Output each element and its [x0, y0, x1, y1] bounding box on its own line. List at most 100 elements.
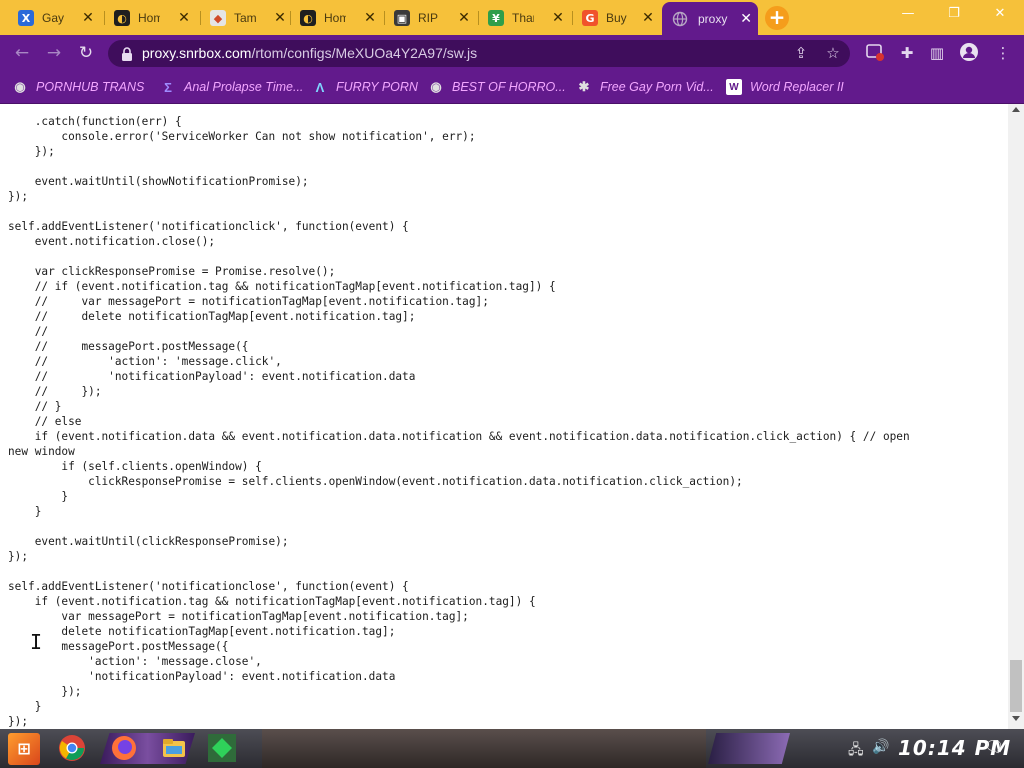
bookmark-label: BEST OF HORRO...: [452, 80, 566, 94]
bookmark-item[interactable]: Σ Anal Prolapse Time...: [160, 77, 303, 97]
code-line: var clickResponsePromise = Promise.resol…: [8, 265, 336, 278]
code-line: event.waitUntil(clickResponsePromise);: [8, 535, 289, 548]
tab-2[interactable]: ◆ Tamp ✕: [202, 4, 294, 32]
volume-icon[interactable]: 🔊: [872, 739, 889, 755]
code-line: delete notificationTagMap[event.notifica…: [8, 625, 396, 638]
code-line: }: [8, 505, 42, 518]
code-line: // }: [8, 400, 62, 413]
file-explorer-icon[interactable]: [160, 734, 188, 762]
code-line: // else: [8, 415, 82, 428]
sigma-icon: Σ: [164, 79, 172, 95]
bookmark-star-icon[interactable]: ☆: [822, 42, 844, 64]
close-icon[interactable]: ✕: [640, 10, 656, 26]
bookmark-item[interactable]: W Word Replacer II: [726, 77, 844, 97]
code-line: // delete notificationTagMap[event.notif…: [8, 310, 416, 323]
code-line: });: [8, 685, 82, 698]
bookmark-label: FURRY PORN: [336, 80, 418, 94]
tab-5[interactable]: ¥ Than ✕: [480, 4, 572, 32]
kebab-menu-icon[interactable]: ⋮: [992, 42, 1014, 64]
url-path: /rtom/configs/MeXUOa4Y2A97/sw.js: [251, 45, 478, 61]
bookmark-item[interactable]: ◉ PORNHUB TRANS: [12, 77, 144, 97]
forward-arrow-icon[interactable]: →: [44, 43, 64, 63]
close-icon[interactable]: ✕: [550, 10, 566, 26]
globe-icon: ◉: [14, 79, 26, 94]
lambda-icon: Λ: [315, 79, 325, 95]
network-icon[interactable]: 🖧: [848, 739, 864, 763]
x-logo-icon: X: [18, 10, 34, 26]
tab-label: Buy: [606, 11, 627, 25]
back-arrow-icon[interactable]: ←: [12, 43, 32, 63]
code-line: //: [8, 325, 49, 338]
code-line: if (self.clients.openWindow) {: [8, 460, 262, 473]
puzzle-icon[interactable]: ✚: [896, 42, 918, 64]
code-line: // 'notificationPayload': event.notifica…: [8, 370, 416, 383]
code-line: console.error('ServiceWorker Can not sho…: [8, 130, 476, 143]
discord-like-icon: ◐: [300, 10, 316, 26]
tab-6[interactable]: G Buy ✕: [574, 4, 662, 32]
side-panel-icon[interactable]: ▥: [926, 42, 948, 64]
close-window-button[interactable]: ✕: [980, 6, 1020, 26]
tab-label: Tamp: [234, 11, 256, 25]
vertical-scrollbar[interactable]: [1008, 104, 1024, 729]
code-line: clickResponsePromise = self.clients.open…: [8, 475, 743, 488]
code-line: // messagePort.postMessage({: [8, 340, 249, 353]
avatar: [960, 43, 978, 61]
tab-separator: [290, 11, 291, 25]
code-line: }: [8, 490, 69, 503]
tab-4[interactable]: ▣ RIP ✕: [386, 4, 478, 32]
discord-like-icon: ◐: [114, 10, 130, 26]
scrollbar-thumb[interactable]: [1010, 660, 1022, 712]
bookmarks-bar: ◉ PORNHUB TRANS Σ Anal Prolapse Time... …: [0, 70, 1024, 104]
code-line: new window: [8, 445, 75, 458]
bookmark-item[interactable]: Λ FURRY PORN: [312, 77, 418, 97]
close-icon[interactable]: ✕: [176, 10, 192, 26]
code-line: });: [8, 550, 29, 563]
close-icon[interactable]: ✕: [740, 11, 752, 27]
tab-3[interactable]: ◐ Home ✕: [292, 4, 384, 32]
url-host: proxy.snrbox.com: [142, 45, 252, 61]
profile-avatar-icon[interactable]: [958, 42, 980, 64]
g-logo-icon: G: [582, 10, 598, 26]
app-icon[interactable]: [208, 734, 236, 762]
page-content: .catch(function(err) { console.error('Se…: [0, 104, 1008, 729]
chrome-icon[interactable]: [58, 734, 86, 762]
start-button[interactable]: ⊞: [8, 733, 40, 765]
url-text[interactable]: proxy.snrbox.com/rtom/configs/MeXUOa4Y2A…: [142, 45, 477, 61]
reload-icon[interactable]: ↻: [76, 43, 96, 63]
code-line: var messagePort = notificationTagMap[eve…: [8, 610, 469, 623]
code-line: });: [8, 190, 29, 203]
close-icon[interactable]: ✕: [362, 10, 378, 26]
code-line: // if (event.notification.tag && notific…: [8, 280, 556, 293]
source-code[interactable]: .catch(function(err) { console.error('Se…: [8, 114, 910, 729]
notification-center-icon[interactable]: 🗨: [984, 737, 1004, 756]
figure-icon: ✱: [578, 79, 590, 94]
minimize-button[interactable]: —: [888, 6, 928, 26]
tab-separator: [572, 11, 573, 25]
http-icon: ▣: [394, 10, 410, 26]
chevron-down-logo-icon: ¥: [488, 10, 504, 26]
scroll-up-arrow-icon[interactable]: [1012, 107, 1020, 112]
share-icon[interactable]: ⇪: [790, 42, 812, 64]
close-icon[interactable]: ✕: [272, 10, 288, 26]
bookmark-item[interactable]: ✱ Free Gay Porn Vid...: [576, 77, 714, 97]
new-tab-button[interactable]: +: [765, 6, 789, 30]
tab-separator: [478, 11, 479, 25]
tab-active[interactable]: proxy ✕: [662, 2, 758, 35]
bookmark-item[interactable]: ◉ BEST OF HORRO...: [428, 77, 566, 97]
restore-button[interactable]: ❐: [934, 6, 974, 26]
scroll-down-arrow-icon[interactable]: [1012, 716, 1020, 721]
lock-icon[interactable]: [120, 46, 134, 62]
globe-icon: [672, 11, 688, 26]
code-line: // 'action': 'message.click',: [8, 355, 282, 368]
tab-separator: [200, 11, 201, 25]
tab-label: Home: [138, 11, 160, 25]
close-icon[interactable]: ✕: [456, 10, 472, 26]
extension-badge-icon[interactable]: [864, 42, 886, 64]
tab-0[interactable]: X Gay P ✕: [10, 4, 102, 32]
tab-label: Gay P: [42, 11, 64, 25]
tab-label: proxy: [698, 11, 728, 26]
firefox-icon[interactable]: [110, 734, 138, 762]
close-icon[interactable]: ✕: [80, 10, 96, 26]
taskbar-decoration: [708, 733, 790, 764]
tab-1[interactable]: ◐ Home ✕: [106, 4, 198, 32]
